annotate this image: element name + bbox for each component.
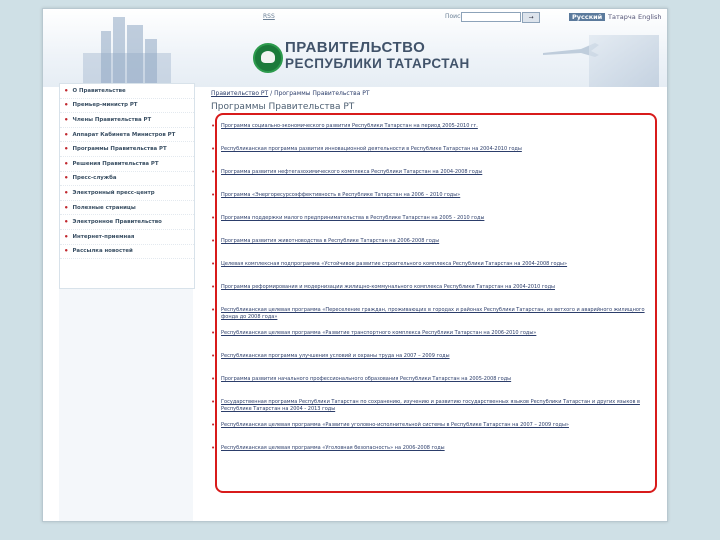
- bullet-icon: •: [64, 145, 69, 154]
- bullet-icon: •: [64, 115, 69, 124]
- breadcrumb: Правительство РТ / Программы Правительст…: [211, 90, 370, 97]
- sidebar-item-label: Программы Правительства РТ: [72, 146, 167, 153]
- sidebar-item[interactable]: • Электронный пресс-центр: [60, 186, 194, 201]
- sidebar-item[interactable]: • Электронное Правительство: [60, 215, 194, 230]
- train-image: [589, 35, 659, 87]
- bullet-icon: •: [64, 159, 69, 168]
- sidebar-item[interactable]: • Аппарат Кабинета Министров РТ: [60, 128, 194, 143]
- bullet-icon: •: [64, 86, 69, 95]
- arrow-right-icon: →: [528, 14, 534, 21]
- sidebar-item-label: Аппарат Кабинета Министров РТ: [72, 131, 176, 138]
- bullet-icon: •: [64, 218, 69, 227]
- sidebar-item[interactable]: • Решения Правительства РТ: [60, 157, 194, 172]
- site-title-line1: ПРАВИТЕЛЬСТВО: [285, 39, 426, 56]
- tatarstan-emblem-icon: [253, 43, 283, 73]
- search-input[interactable]: [461, 12, 521, 22]
- sidebar-item-label: Решения Правительства РТ: [72, 160, 159, 167]
- bullet-icon: •: [64, 101, 69, 110]
- government-building-image: [83, 13, 171, 87]
- sidebar-item-label: Электронный пресс-центр: [72, 189, 155, 196]
- sidebar-item[interactable]: • Программы Правительства РТ: [60, 142, 194, 157]
- sidebar-item-label: Рассылка новостей: [72, 248, 133, 255]
- rss-link[interactable]: RSS: [263, 13, 275, 20]
- site-title-line2: РЕСПУБЛИКИ ТАТАРСТАН: [285, 56, 470, 71]
- lang-tatar[interactable]: Татарча: [608, 13, 636, 21]
- site-header: RSS Поиск → Русский Татарча English ПРАВ…: [43, 9, 667, 87]
- sidebar-item[interactable]: • Интернет-приемная: [60, 230, 194, 245]
- bullet-icon: •: [64, 232, 69, 241]
- sidebar-item[interactable]: • Премьер-министр РТ: [60, 99, 194, 114]
- bullet-icon: •: [64, 188, 69, 197]
- sidebar-menu: • О Правительстве • Премьер-министр РТ • Член…: [59, 83, 195, 289]
- sidebar-item-label: О Правительстве: [72, 87, 126, 94]
- sidebar-item-label: Члены Правительства РТ: [72, 116, 152, 123]
- breadcrumb-current: Программы Правительства РТ: [274, 90, 370, 97]
- search-button[interactable]: →: [522, 12, 540, 23]
- lang-russian[interactable]: Русский: [569, 13, 606, 21]
- sidebar-item-label: Полезные страницы: [72, 204, 136, 211]
- breadcrumb-separator: /: [270, 90, 273, 97]
- sidebar-background: [59, 289, 193, 521]
- lang-english[interactable]: English: [638, 13, 661, 21]
- sidebar-item-label: Электронное Правительство: [72, 219, 162, 226]
- breadcrumb-home-link[interactable]: Правительство РТ: [211, 90, 268, 97]
- bullet-icon: •: [64, 130, 69, 139]
- bullet-icon: •: [64, 247, 69, 256]
- red-highlight-frame: [215, 113, 657, 493]
- bullet-icon: •: [64, 174, 69, 183]
- sidebar-item-label: Премьер-министр РТ: [72, 102, 138, 109]
- bullet-icon: •: [64, 203, 69, 212]
- sidebar-item-label: Интернет-приемная: [72, 233, 135, 240]
- page-title: Программы Правительства РТ: [211, 102, 355, 112]
- browser-page: RSS Поиск → Русский Татарча English ПРАВ…: [42, 8, 668, 522]
- sidebar-item[interactable]: • Пресс-служба: [60, 172, 194, 187]
- sidebar-item[interactable]: • Члены Правительства РТ: [60, 113, 194, 128]
- sidebar-item[interactable]: • О Правительстве: [60, 84, 194, 99]
- sidebar-item[interactable]: • Рассылка новостей: [60, 245, 194, 260]
- sidebar-item-label: Пресс-служба: [72, 175, 117, 182]
- sidebar-item[interactable]: • Полезные страницы: [60, 201, 194, 216]
